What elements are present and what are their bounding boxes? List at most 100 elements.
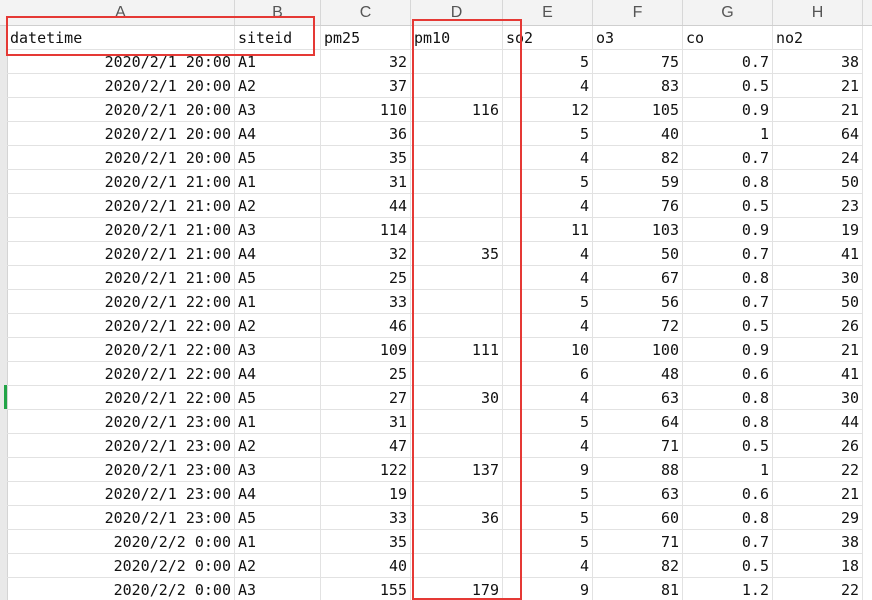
table-cell[interactable]: 100 (593, 338, 683, 362)
table-cell[interactable]: 33 (321, 290, 411, 314)
table-cell[interactable]: 2020/2/1 20:00 (7, 98, 235, 122)
table-cell[interactable] (411, 410, 503, 434)
table-cell[interactable]: A3 (235, 338, 321, 362)
table-cell[interactable]: A3 (235, 218, 321, 242)
header-cell-co[interactable]: co (683, 26, 773, 50)
table-cell[interactable]: 2020/2/1 21:00 (7, 218, 235, 242)
table-cell[interactable]: 88 (593, 458, 683, 482)
table-cell[interactable]: 71 (593, 530, 683, 554)
table-cell[interactable]: 24 (773, 146, 863, 170)
table-cell[interactable]: 25 (321, 362, 411, 386)
table-cell[interactable]: 137 (411, 458, 503, 482)
table-cell[interactable]: 48 (593, 362, 683, 386)
table-cell[interactable]: 0.9 (683, 218, 773, 242)
table-cell[interactable]: 1 (683, 458, 773, 482)
table-cell[interactable]: 110 (321, 98, 411, 122)
table-cell[interactable] (411, 290, 503, 314)
table-cell[interactable]: A3 (235, 578, 321, 600)
table-cell[interactable]: 0.7 (683, 242, 773, 266)
table-cell[interactable]: 2020/2/1 21:00 (7, 266, 235, 290)
table-cell[interactable]: 105 (593, 98, 683, 122)
table-cell[interactable]: 0.6 (683, 482, 773, 506)
table-cell[interactable]: 5 (503, 290, 593, 314)
table-cell[interactable]: 50 (593, 242, 683, 266)
table-cell[interactable]: 0.8 (683, 506, 773, 530)
table-cell[interactable]: A4 (235, 242, 321, 266)
table-cell[interactable]: 122 (321, 458, 411, 482)
table-cell[interactable]: 25 (321, 266, 411, 290)
header-cell-o3[interactable]: o3 (593, 26, 683, 50)
table-cell[interactable]: A2 (235, 314, 321, 338)
table-cell[interactable]: 2020/2/1 21:00 (7, 242, 235, 266)
table-cell[interactable] (411, 530, 503, 554)
table-cell[interactable]: 41 (773, 362, 863, 386)
table-cell[interactable]: 59 (593, 170, 683, 194)
header-cell-so2[interactable]: so2 (503, 26, 593, 50)
column-header-d[interactable]: D (411, 0, 503, 25)
table-cell[interactable]: 82 (593, 554, 683, 578)
table-cell[interactable]: 47 (321, 434, 411, 458)
table-cell[interactable]: 109 (321, 338, 411, 362)
table-cell[interactable]: 26 (773, 434, 863, 458)
table-cell[interactable]: A3 (235, 458, 321, 482)
table-cell[interactable]: 0.9 (683, 338, 773, 362)
table-cell[interactable]: 2020/2/1 20:00 (7, 50, 235, 74)
table-cell[interactable] (411, 146, 503, 170)
table-cell[interactable]: 5 (503, 170, 593, 194)
table-cell[interactable] (411, 482, 503, 506)
table-cell[interactable]: 26 (773, 314, 863, 338)
table-cell[interactable]: 4 (503, 314, 593, 338)
table-cell[interactable]: 31 (321, 170, 411, 194)
table-cell[interactable]: 0.8 (683, 386, 773, 410)
table-cell[interactable]: 2020/2/1 20:00 (7, 74, 235, 98)
table-cell[interactable]: 0.5 (683, 314, 773, 338)
table-cell[interactable]: 31 (321, 410, 411, 434)
table-cell[interactable]: 10 (503, 338, 593, 362)
table-cell[interactable]: 2020/2/1 20:00 (7, 122, 235, 146)
table-cell[interactable]: 0.7 (683, 50, 773, 74)
table-cell[interactable]: 82 (593, 146, 683, 170)
table-cell[interactable]: A2 (235, 74, 321, 98)
table-cell[interactable]: A2 (235, 194, 321, 218)
column-header-h[interactable]: H (773, 0, 863, 25)
table-cell[interactable]: 5 (503, 506, 593, 530)
table-cell[interactable]: A4 (235, 482, 321, 506)
table-cell[interactable] (411, 362, 503, 386)
column-header-c[interactable]: C (321, 0, 411, 25)
table-cell[interactable]: 103 (593, 218, 683, 242)
table-cell[interactable]: 30 (411, 386, 503, 410)
table-cell[interactable]: 63 (593, 482, 683, 506)
table-cell[interactable]: 114 (321, 218, 411, 242)
table-cell[interactable]: 2020/2/1 23:00 (7, 434, 235, 458)
table-cell[interactable]: 0.6 (683, 362, 773, 386)
table-cell[interactable]: 5 (503, 410, 593, 434)
table-cell[interactable] (411, 122, 503, 146)
table-cell[interactable]: 71 (593, 434, 683, 458)
table-cell[interactable]: 38 (773, 530, 863, 554)
table-cell[interactable]: 0.5 (683, 434, 773, 458)
table-cell[interactable]: 19 (773, 218, 863, 242)
table-cell[interactable]: 32 (321, 50, 411, 74)
table-cell[interactable]: A1 (235, 170, 321, 194)
table-cell[interactable]: 21 (773, 74, 863, 98)
column-header-a[interactable]: A (7, 0, 235, 25)
table-cell[interactable] (411, 74, 503, 98)
table-cell[interactable]: 72 (593, 314, 683, 338)
table-cell[interactable] (411, 194, 503, 218)
table-cell[interactable]: 29 (773, 506, 863, 530)
table-cell[interactable]: A1 (235, 290, 321, 314)
header-cell-siteid[interactable]: siteid (235, 26, 321, 50)
table-cell[interactable]: 2020/2/2 0:00 (7, 554, 235, 578)
table-cell[interactable]: A1 (235, 530, 321, 554)
table-cell[interactable]: 46 (321, 314, 411, 338)
table-cell[interactable]: 4 (503, 194, 593, 218)
table-cell[interactable]: 36 (321, 122, 411, 146)
table-cell[interactable]: 36 (411, 506, 503, 530)
table-cell[interactable]: 41 (773, 242, 863, 266)
table-cell[interactable]: 0.9 (683, 98, 773, 122)
column-header-g[interactable]: G (683, 0, 773, 25)
table-cell[interactable]: 2020/2/1 23:00 (7, 506, 235, 530)
table-cell[interactable] (411, 266, 503, 290)
table-cell[interactable]: 35 (321, 530, 411, 554)
table-cell[interactable]: 4 (503, 146, 593, 170)
